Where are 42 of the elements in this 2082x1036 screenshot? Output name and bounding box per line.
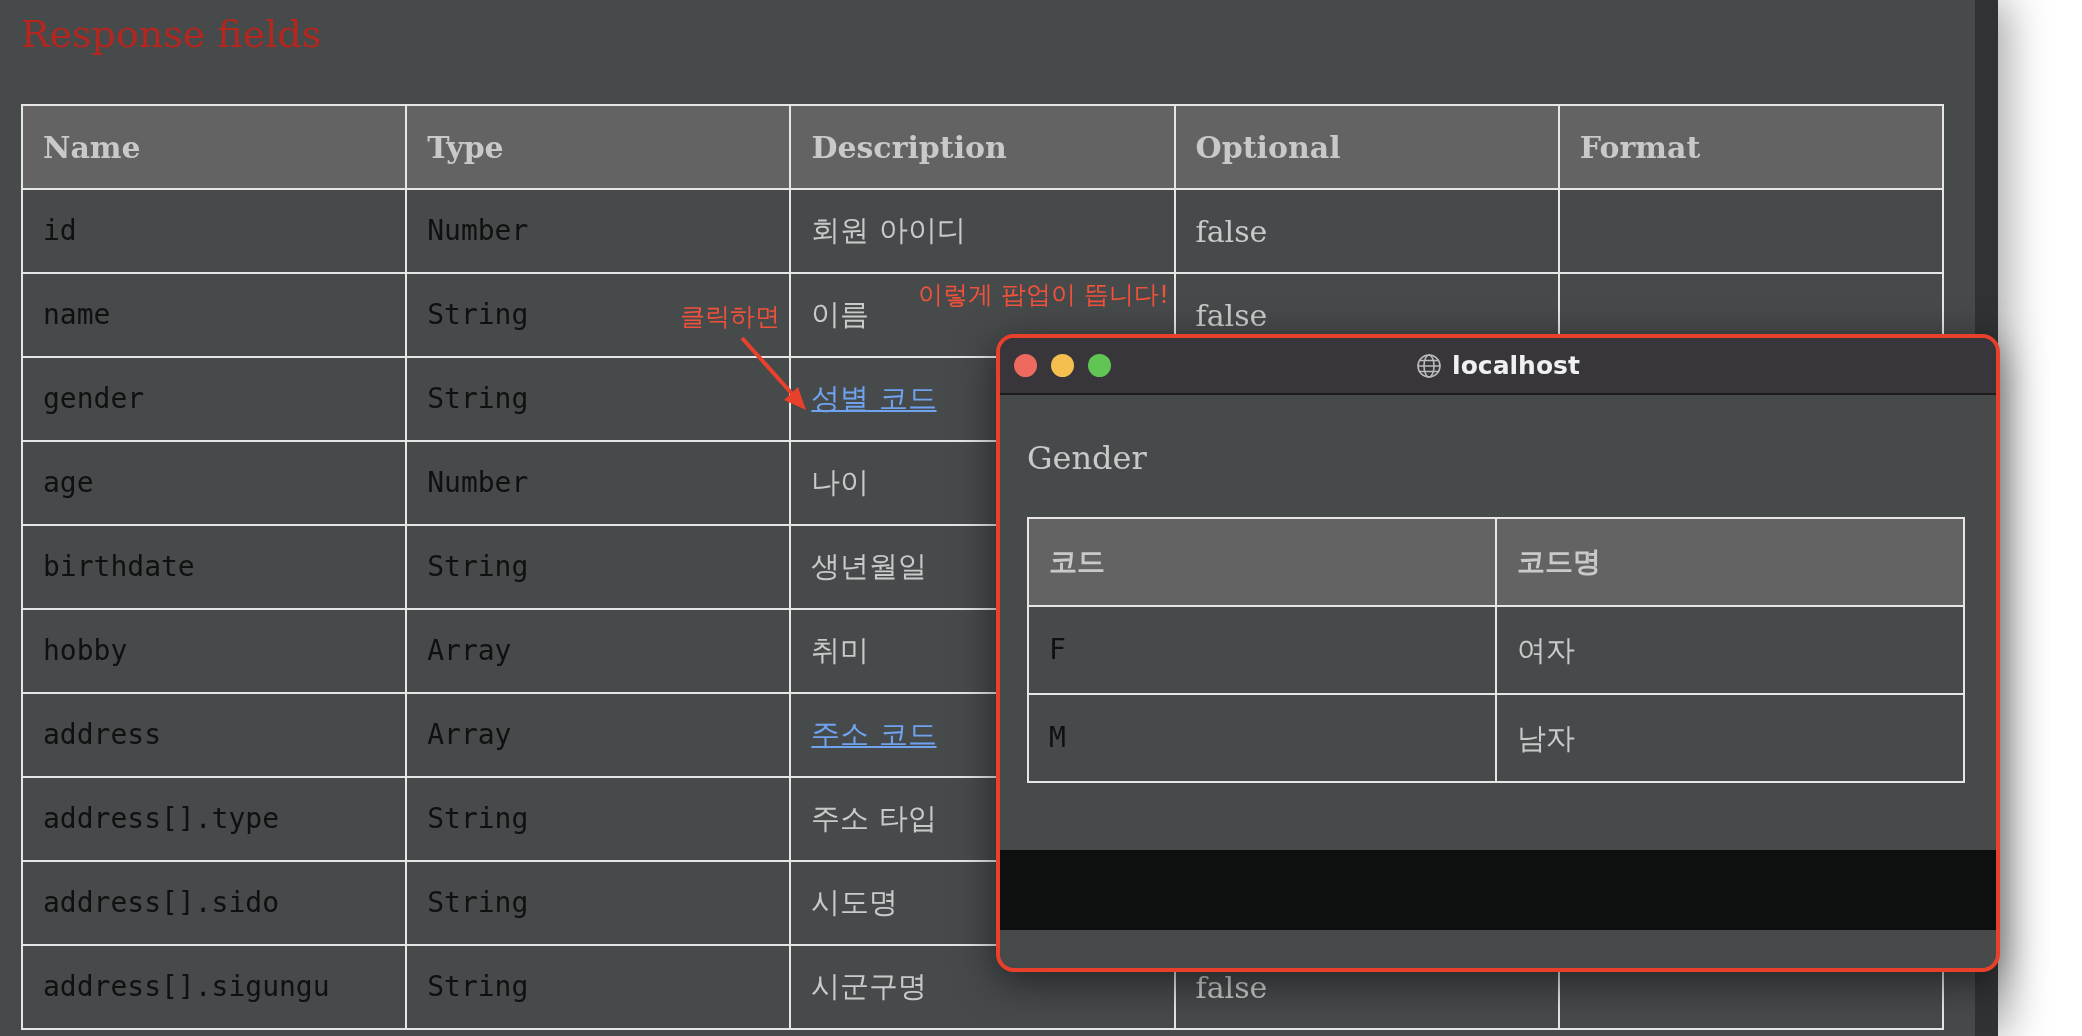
table-cell: address[].sido <box>22 861 407 945</box>
table-cell: M <box>1028 694 1496 783</box>
close-button[interactable] <box>1014 354 1037 377</box>
minimize-button[interactable] <box>1051 354 1074 377</box>
globe-icon <box>1416 352 1443 379</box>
table-cell: name <box>22 273 407 357</box>
table-cell: Number <box>406 189 791 273</box>
column-header: 코드명 <box>1496 518 1964 607</box>
table-cell: String <box>406 777 791 861</box>
table-cell: id <box>22 189 407 273</box>
table-cell: gender <box>22 357 407 441</box>
annotation-text: 클릭하면 <box>680 301 780 333</box>
table-cell: Array <box>406 693 791 777</box>
table-cell: 회원 아이디 <box>790 189 1175 273</box>
column-header: Type <box>406 105 791 189</box>
table-cell: 남자 <box>1496 694 1964 783</box>
table-cell: String <box>406 525 791 609</box>
table-cell: Array <box>406 609 791 693</box>
section-title: Response fields <box>20 11 323 58</box>
table-cell: Number <box>406 441 791 525</box>
table-cell: String <box>406 357 791 441</box>
table-cell: hobby <box>22 609 407 693</box>
column-header: Name <box>22 105 407 189</box>
annotation-text: 이렇게 팝업이 뜹니다! <box>918 279 1169 311</box>
description-link[interactable]: 주소 코드 <box>811 717 937 752</box>
column-header: Format <box>1558 105 1943 189</box>
table-cell: address[].type <box>22 777 407 861</box>
table-cell: birthdate <box>22 525 407 609</box>
column-header: 코드 <box>1028 518 1496 607</box>
table-cell: String <box>406 945 791 1029</box>
table-cell: false <box>1174 189 1559 273</box>
column-header: Description <box>790 105 1175 189</box>
table-cell: age <box>22 441 407 525</box>
table-cell: F <box>1028 606 1496 695</box>
table-cell: 여자 <box>1496 606 1964 695</box>
column-header: Optional <box>1174 105 1559 189</box>
table-cell: address[].sigungu <box>22 945 407 1029</box>
popup-heading: Gender <box>1027 439 1148 478</box>
zoom-button[interactable] <box>1088 354 1111 377</box>
table-cell: String <box>406 861 791 945</box>
description-link[interactable]: 성별 코드 <box>811 381 937 416</box>
table-cell: address <box>22 693 407 777</box>
